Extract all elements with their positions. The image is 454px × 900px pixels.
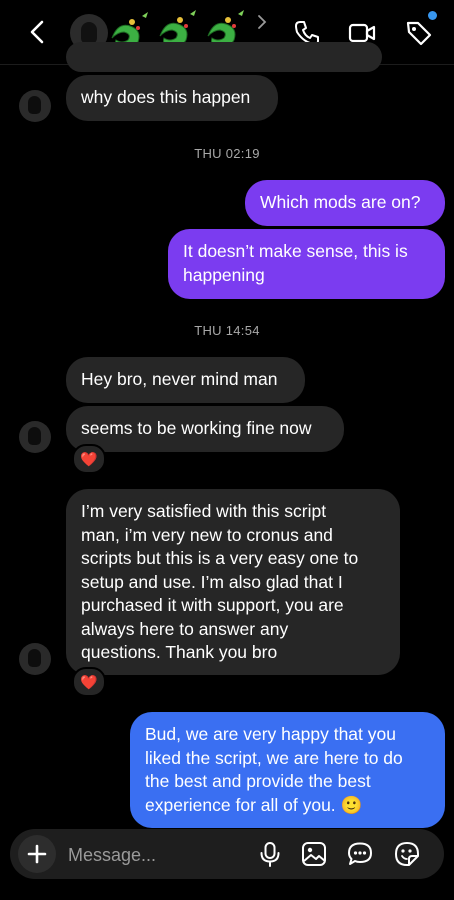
sender-avatar[interactable] <box>19 90 51 122</box>
message-input[interactable] <box>66 829 250 881</box>
message-composer <box>10 829 444 881</box>
microphone-icon[interactable] <box>256 840 284 868</box>
heart-icon: ❤️ <box>80 673 98 690</box>
sent-message-bubble[interactable]: It doesn’t make sense, this is happening <box>168 229 445 299</box>
heart-reaction[interactable]: ❤️ <box>72 444 106 474</box>
timestamp: THU 02:19 <box>194 146 260 161</box>
sender-avatar[interactable] <box>19 643 51 675</box>
sticker-icon[interactable] <box>393 840 421 868</box>
chevron-right-icon[interactable] <box>256 14 268 30</box>
sender-avatar[interactable] <box>19 421 51 453</box>
sent-message-bubble[interactable]: Bud, we are very happy that you liked th… <box>130 712 445 828</box>
message-bubble-partial[interactable] <box>66 42 382 72</box>
chat-icon[interactable] <box>346 840 374 868</box>
timestamp: THU 14:54 <box>194 323 260 338</box>
message-bubble[interactable]: I’m very satisfied with this script man,… <box>66 489 400 675</box>
notification-dot <box>428 11 437 20</box>
message-bubble[interactable]: why does this happen <box>66 75 278 121</box>
image-icon[interactable] <box>300 840 328 868</box>
sent-message-bubble[interactable]: Which mods are on? <box>245 180 445 226</box>
heart-reaction[interactable]: ❤️ <box>72 667 106 697</box>
heart-icon: ❤️ <box>80 450 98 467</box>
plus-button[interactable] <box>18 835 56 873</box>
message-bubble[interactable]: seems to be working fine now <box>66 406 344 452</box>
plus-icon <box>27 844 47 864</box>
tag-icon[interactable] <box>404 18 434 48</box>
back-icon[interactable] <box>24 18 52 46</box>
message-bubble[interactable]: Hey bro, never mind man <box>66 357 305 403</box>
